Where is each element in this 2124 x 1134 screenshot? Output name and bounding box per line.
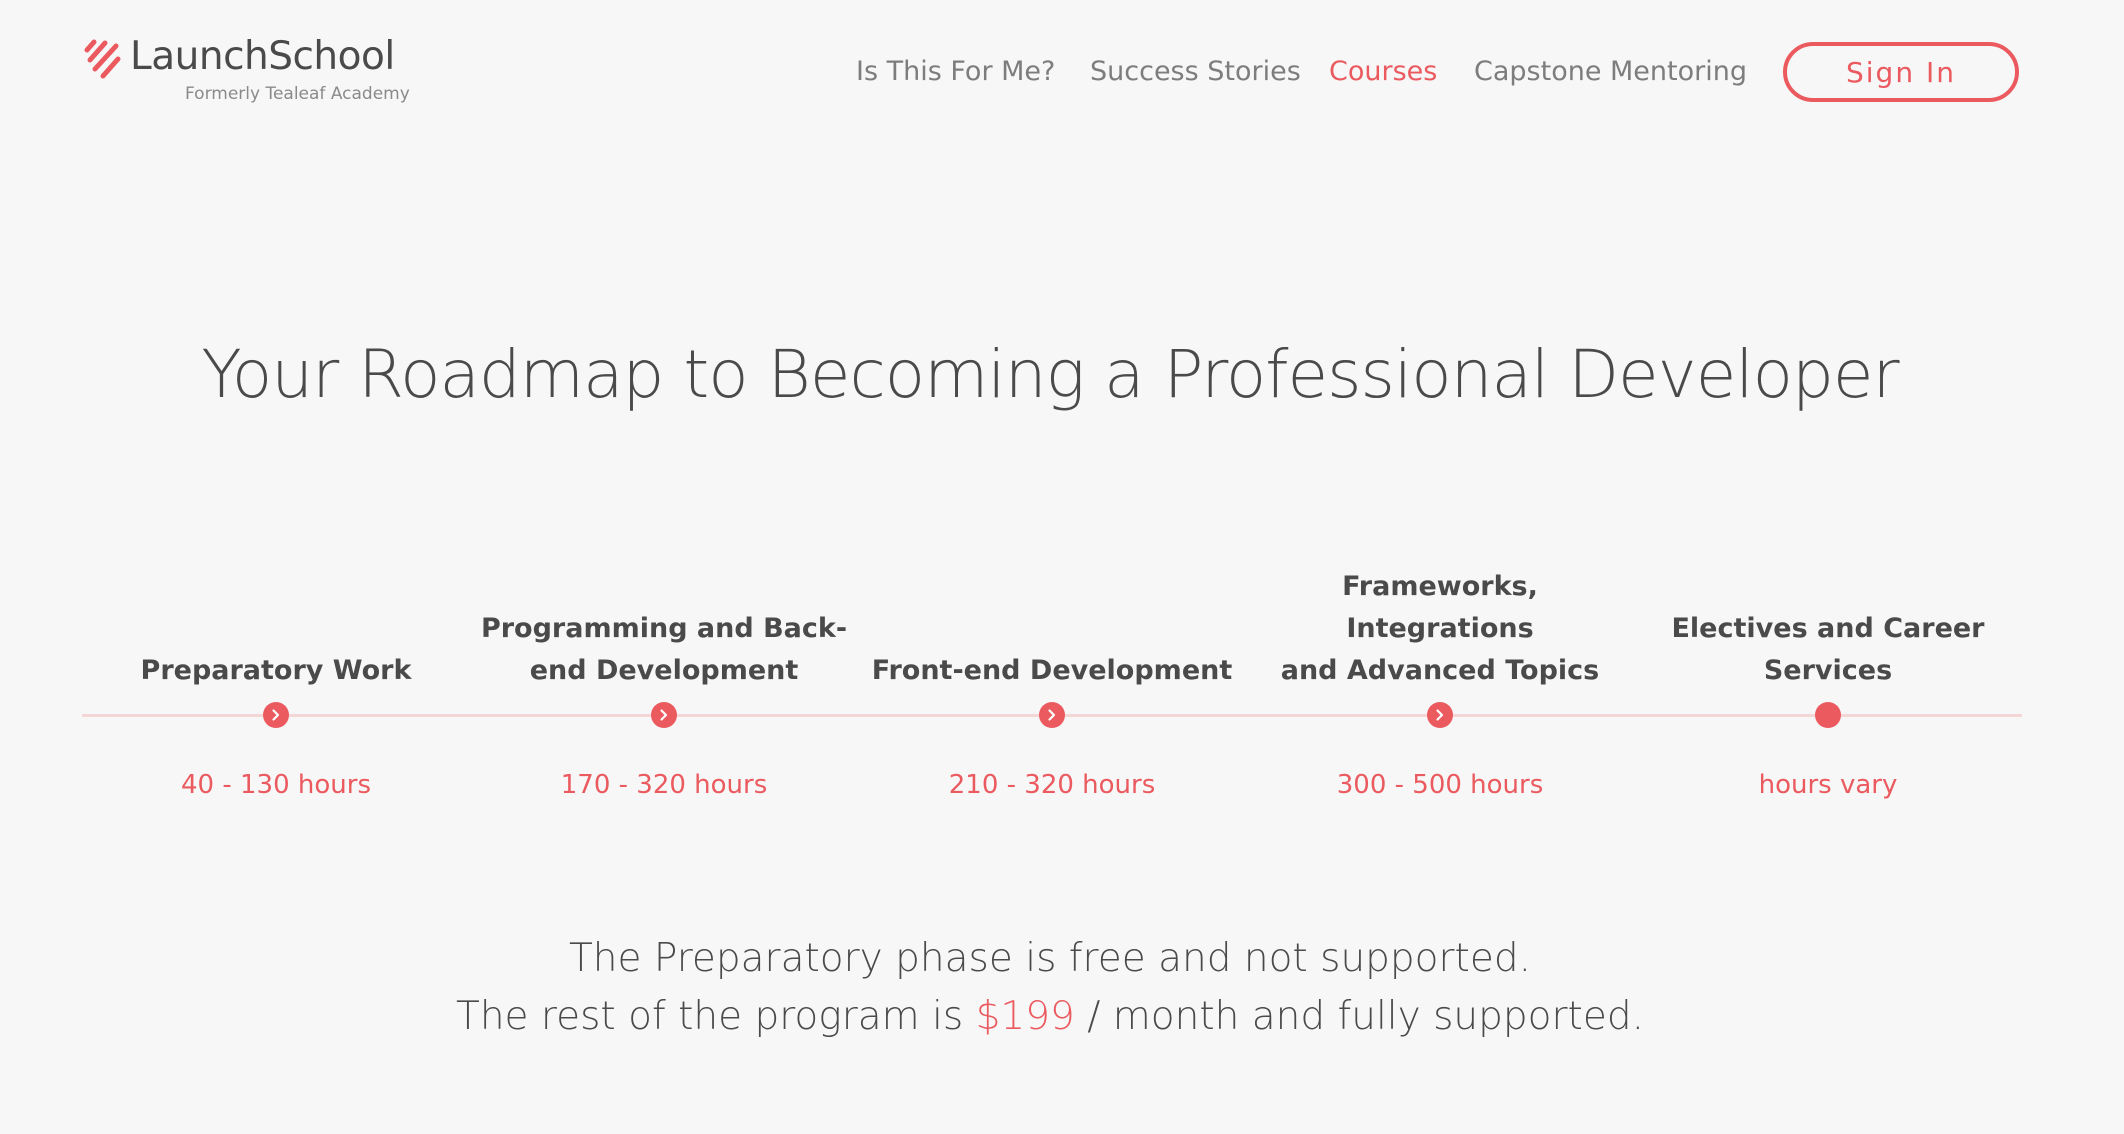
stage-marker-dot[interactable] (1815, 702, 1841, 728)
stage-marker[interactable] (651, 702, 677, 728)
chevron-right-icon (1048, 709, 1056, 721)
stage-title: Frameworks, Integrations and Advanced To… (1280, 571, 1600, 686)
sign-in-button[interactable]: Sign In (1783, 42, 2019, 102)
logo-stripes-icon (84, 39, 121, 79)
stage-marker[interactable] (1039, 702, 1065, 728)
page-title: Your Roadmap to Becoming a Professional … (201, 336, 1899, 413)
chevron-right-icon (660, 709, 668, 721)
brand-name: LaunchSchool (130, 34, 395, 79)
stage-hours: 170 - 320 hours (560, 770, 768, 800)
nav-is-this-for-me[interactable]: Is This For Me? (856, 56, 1055, 87)
price-amount: $199 (975, 994, 1075, 1039)
stage-hours: hours vary (1758, 770, 1898, 800)
stage-title: Electives and Career Services (1671, 613, 1985, 686)
roadmap-stage-frameworks: Frameworks, Integrations and Advanced To… (1246, 570, 1634, 830)
pricing-line-free: The Preparatory phase is free and not su… (568, 936, 1532, 981)
stage-hours: 40 - 130 hours (181, 770, 371, 800)
stage-title: Preparatory Work (140, 655, 412, 686)
roadmap-stage-preparatory: Preparatory Work 40 - 130 hours (82, 570, 470, 830)
pricing-line-paid: The rest of the program is $199 / month … (456, 994, 1644, 1039)
pricing-statement: The Preparatory phase is free and not su… (0, 930, 2100, 1046)
stage-marker[interactable] (1427, 702, 1453, 728)
site-header: LaunchSchool Formerly Tealeaf Academy Is… (0, 0, 2124, 150)
launchschool-logo[interactable]: LaunchSchool Formerly Tealeaf Academy (84, 34, 424, 106)
stage-hours: 300 - 500 hours (1336, 770, 1544, 800)
chevron-right-icon (1436, 709, 1444, 721)
nav-success-stories[interactable]: Success Stories (1090, 56, 1301, 87)
roadmap-stage-backend: Programming and Back- end Development 17… (470, 570, 858, 830)
chevron-right-icon (272, 709, 280, 721)
nav-courses[interactable]: Courses (1329, 56, 1437, 87)
stage-title: Front-end Development (871, 655, 1233, 686)
stage-hours: 210 - 320 hours (948, 770, 1156, 800)
stage-title: Programming and Back- end Development (480, 613, 848, 686)
nav-capstone-mentoring[interactable]: Capstone Mentoring (1474, 56, 1747, 87)
roadmap-timeline: Preparatory Work 40 - 130 hours Programm… (0, 570, 2124, 830)
roadmap-stage-electives: Electives and Career Services hours vary (1634, 570, 2022, 830)
roadmap-stage-frontend: Front-end Development 210 - 320 hours (858, 570, 1246, 830)
brand-subtitle: Formerly Tealeaf Academy (185, 84, 410, 104)
stage-marker[interactable] (263, 702, 289, 728)
